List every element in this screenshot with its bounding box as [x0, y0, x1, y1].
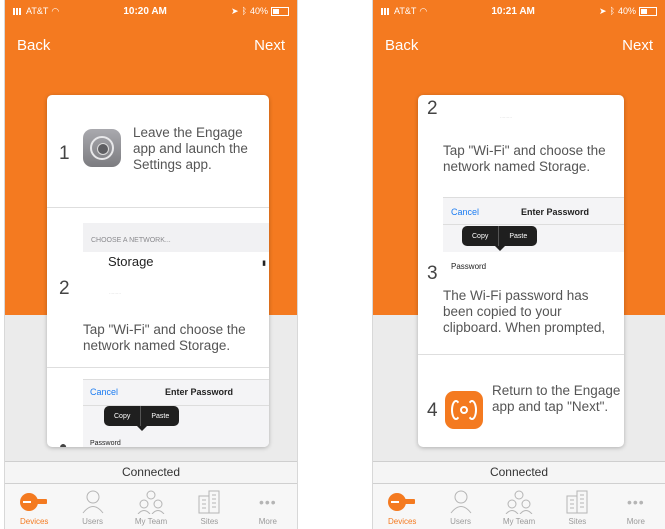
user-icon [448, 489, 474, 515]
tab-label: My Team [502, 517, 536, 526]
location-icon: ➤ [599, 5, 607, 16]
tab-devices[interactable]: Devices [5, 484, 63, 529]
step-3-text: The Wi-Fi password has been copied to yo… [443, 288, 606, 335]
building-icon [564, 489, 590, 515]
tab-my-team[interactable]: My Team [122, 484, 180, 529]
back-button[interactable]: Back [385, 37, 418, 54]
settings-app-icon [83, 129, 121, 167]
devices-icon [387, 489, 417, 515]
battery-icon [271, 6, 289, 16]
password-screenshot: Cancel Enter Password Copy Paste Password [443, 197, 624, 282]
status-bar: AT&T ◠ 10:20 AM ➤ ᛒ 40% [5, 0, 297, 22]
tab-more[interactable]: ••• More [607, 484, 665, 529]
bluetooth-icon: ᛒ [241, 6, 247, 16]
tab-sites[interactable]: Sites [180, 484, 238, 529]
step-2-number: 2 [427, 98, 438, 119]
next-button[interactable]: Next [622, 37, 653, 54]
paste-option: Paste [151, 412, 170, 420]
tab-sites[interactable]: Sites [548, 484, 606, 529]
tab-label: Devices [19, 517, 49, 526]
step-1-number: 1 [59, 143, 70, 164]
phone-screen-left: AT&T ◠ 10:20 AM ➤ ᛒ 40% Back Next 1 Leave t… [5, 0, 297, 529]
tab-users[interactable]: Users [63, 484, 121, 529]
nav-bar: Back Next [5, 22, 297, 68]
bluetooth-icon: ᛒ [609, 6, 615, 16]
tab-bar: Devices Users My Team Sites ••• More [373, 483, 665, 529]
engage-app-icon [445, 391, 483, 429]
lock-icon: ▮ [262, 260, 266, 267]
battery-status: ➤ ᛒ 40% [599, 6, 657, 17]
password-screenshot: Cancel Enter Password Copy Paste Password [83, 379, 269, 447]
battery-icon [639, 6, 657, 16]
team-icon [137, 489, 165, 515]
choose-network-label: CHOOSE A NETWORK... [91, 237, 171, 244]
user-icon [80, 489, 106, 515]
tab-devices[interactable]: Devices [373, 484, 431, 529]
connection-status: Connected [373, 461, 665, 483]
location-icon: ➤ [231, 5, 239, 16]
password-label: Password [451, 262, 487, 271]
copy-option: Copy [114, 412, 131, 420]
wifi-icon: ◠ [51, 5, 60, 16]
phone-screen-right: AT&T ◠ 10:21 AM ➤ ᛒ 40% Back Next 2 ·······… [373, 0, 665, 529]
divider [47, 367, 269, 368]
back-button[interactable]: Back [17, 37, 50, 54]
carrier: AT&T ◠ [13, 6, 59, 17]
wifi-screenshot: CHOOSE A NETWORK... Storage ▮ ········· [83, 223, 269, 303]
step-2-number: 2 [59, 278, 70, 299]
tab-label: More [626, 517, 645, 526]
step-3-number: 3 [427, 263, 438, 284]
carrier: AT&T ◠ [381, 6, 427, 17]
tab-label: Users [82, 517, 104, 526]
signal-icon [381, 7, 391, 15]
step-2-text: Tap "Wi-Fi" and choose the network named… [443, 143, 606, 174]
tab-label: More [258, 517, 277, 526]
tab-bar: Devices Users My Team Sites ••• More [5, 483, 297, 529]
tab-label: Sites [200, 517, 219, 526]
step-4-text: Return to the Engage app and tap "Next". [492, 383, 621, 414]
instructions-card[interactable]: 1 Leave the Engage app and launch the Se… [47, 95, 269, 447]
tab-label: Users [450, 517, 472, 526]
clock: 10:20 AM [123, 5, 167, 17]
battery-status: ➤ ᛒ 40% [231, 6, 289, 17]
building-icon [196, 489, 222, 515]
next-button[interactable]: Next [254, 37, 285, 54]
tab-label: Sites [568, 517, 587, 526]
tab-more[interactable]: ••• More [239, 484, 297, 529]
password-label: Password [90, 440, 121, 447]
connection-status: Connected [5, 461, 297, 483]
signal-icon [13, 7, 23, 15]
step-3-number-partial: ● [59, 438, 68, 447]
step-1-text: Leave the Engage app and launch the Sett… [133, 125, 248, 172]
tab-users[interactable]: Users [431, 484, 489, 529]
enter-password-label: Enter Password [165, 387, 234, 397]
more-icon: ••• [626, 494, 645, 510]
instructions-card[interactable]: 2 ········· Tap "Wi-Fi" and choose the n… [418, 95, 624, 447]
nav-bar: Back Next [373, 22, 665, 68]
network-name: Storage [108, 254, 154, 269]
status-bar: AT&T ◠ 10:21 AM ➤ ᛒ 40% [373, 0, 665, 22]
step-2-text: Tap "Wi-Fi" and choose the network named… [83, 322, 246, 353]
copy-paste-popup: Copy Paste [462, 226, 538, 251]
step-4-number: 4 [427, 400, 438, 421]
divider [47, 207, 269, 208]
team-icon [505, 489, 533, 515]
cancel-label: Cancel [90, 387, 119, 397]
more-icon: ••• [258, 494, 277, 510]
enter-password-label: Enter Password [521, 207, 590, 217]
tab-my-team[interactable]: My Team [490, 484, 548, 529]
cancel-label: Cancel [451, 207, 480, 217]
faint-network-row: ········· [500, 115, 512, 120]
divider [418, 354, 624, 355]
copy-option: Copy [472, 232, 489, 240]
tab-label: My Team [134, 517, 168, 526]
devices-icon [19, 489, 49, 515]
paste-option: Paste [509, 232, 528, 240]
wifi-icon: ◠ [419, 5, 428, 16]
copy-paste-popup: Copy Paste [104, 406, 180, 431]
tab-label: Devices [387, 517, 417, 526]
faint-network-row: ········· [109, 291, 121, 296]
clock: 10:21 AM [491, 5, 535, 17]
